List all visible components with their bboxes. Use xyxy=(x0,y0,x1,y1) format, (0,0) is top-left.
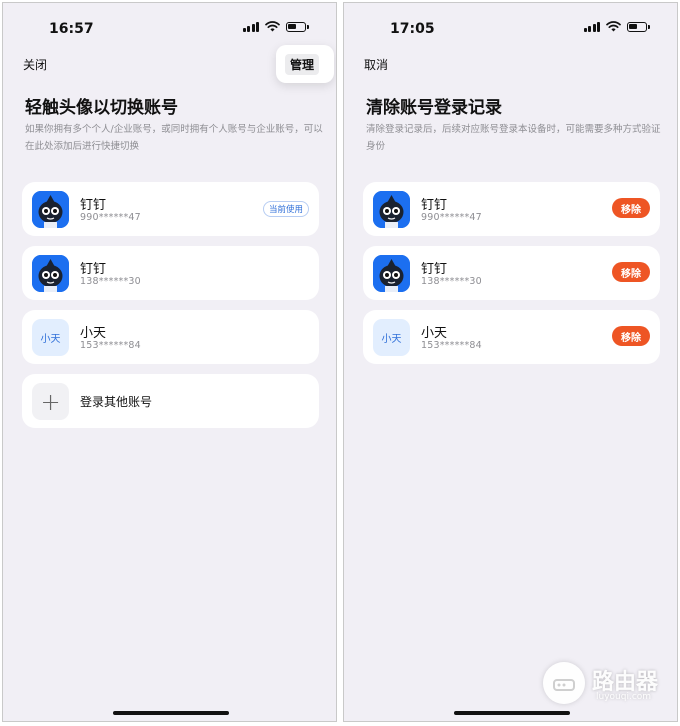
text-avatar: 小天 xyxy=(373,319,410,356)
account-name: 钉钉 xyxy=(80,198,107,213)
status-icons xyxy=(583,21,650,32)
remove-button[interactable]: 移除 xyxy=(612,262,650,282)
account-phone: 990******47 xyxy=(80,212,141,223)
battery-icon xyxy=(627,21,650,32)
signal-icon xyxy=(583,21,600,32)
wifi-icon xyxy=(606,21,621,32)
add-account-button[interactable]: + 登录其他账号 xyxy=(22,374,319,428)
wifi-icon xyxy=(265,21,280,32)
dingtalk-mascot-avatar xyxy=(32,191,69,228)
status-time: 16:57 xyxy=(49,21,94,37)
account-card: 小天 小天 153******84 移除 xyxy=(363,310,660,364)
battery-icon xyxy=(286,21,309,32)
add-account-label: 登录其他账号 xyxy=(80,395,153,409)
account-card: 钉钉 990******47 移除 xyxy=(363,182,660,236)
router-logo-icon xyxy=(543,662,585,704)
account-card: 钉钉 138******30 移除 xyxy=(363,246,660,300)
account-name: 小天 xyxy=(421,326,448,341)
current-account-badge: 当前使用 xyxy=(262,201,309,217)
home-indicator[interactable] xyxy=(113,711,229,715)
home-indicator[interactable] xyxy=(454,711,570,715)
account-name: 钉钉 xyxy=(421,262,448,277)
page-title: 轻触头像以切换账号 xyxy=(25,98,178,118)
page-description: 清除登录记录后，后续对应账号登录本设备时，可能需要多种方式验证身份 xyxy=(366,124,661,152)
account-name: 小天 xyxy=(80,326,107,341)
page-description: 如果你拥有多个个人/企业账号，或同时拥有个人账号与企业账号，可以在此处添加后进行… xyxy=(25,124,323,152)
account-phone: 153******84 xyxy=(80,340,141,351)
dingtalk-mascot-avatar xyxy=(373,255,410,292)
dingtalk-mascot-avatar xyxy=(32,255,69,292)
left-phone-screen: 16:57 关闭 管理 轻触头像以切换账号 如果你拥有多个个人/企业账号，或同时… xyxy=(2,2,337,722)
account-phone: 990******47 xyxy=(421,212,482,223)
cancel-button[interactable]: 取消 xyxy=(364,56,388,73)
account-phone: 138******30 xyxy=(421,276,482,287)
right-phone-screen: 17:05 取消 清除账号登录记录 清除登录记录后，后续对应账号登录本设备时，可… xyxy=(343,2,678,722)
status-icons xyxy=(242,21,309,32)
dingtalk-mascot-avatar xyxy=(373,191,410,228)
page-title: 清除账号登录记录 xyxy=(366,98,502,118)
account-card[interactable]: 钉钉 990******47 当前使用 xyxy=(22,182,319,236)
manage-highlight: 管理 xyxy=(276,45,334,83)
status-time: 17:05 xyxy=(390,21,435,37)
remove-button[interactable]: 移除 xyxy=(612,198,650,218)
account-name: 钉钉 xyxy=(421,198,448,213)
account-phone: 138******30 xyxy=(80,276,141,287)
account-phone: 153******84 xyxy=(421,340,482,351)
account-card[interactable]: 小天 小天 153******84 xyxy=(22,310,319,364)
close-button[interactable]: 关闭 xyxy=(23,56,47,73)
text-avatar: 小天 xyxy=(32,319,69,356)
signal-icon xyxy=(242,21,259,32)
watermark-url: luyouqi.com xyxy=(596,692,652,702)
plus-icon: + xyxy=(32,383,69,420)
account-name: 钉钉 xyxy=(80,262,107,277)
account-card[interactable]: 钉钉 138******30 xyxy=(22,246,319,300)
manage-button[interactable]: 管理 xyxy=(285,54,320,75)
remove-button[interactable]: 移除 xyxy=(612,326,650,346)
